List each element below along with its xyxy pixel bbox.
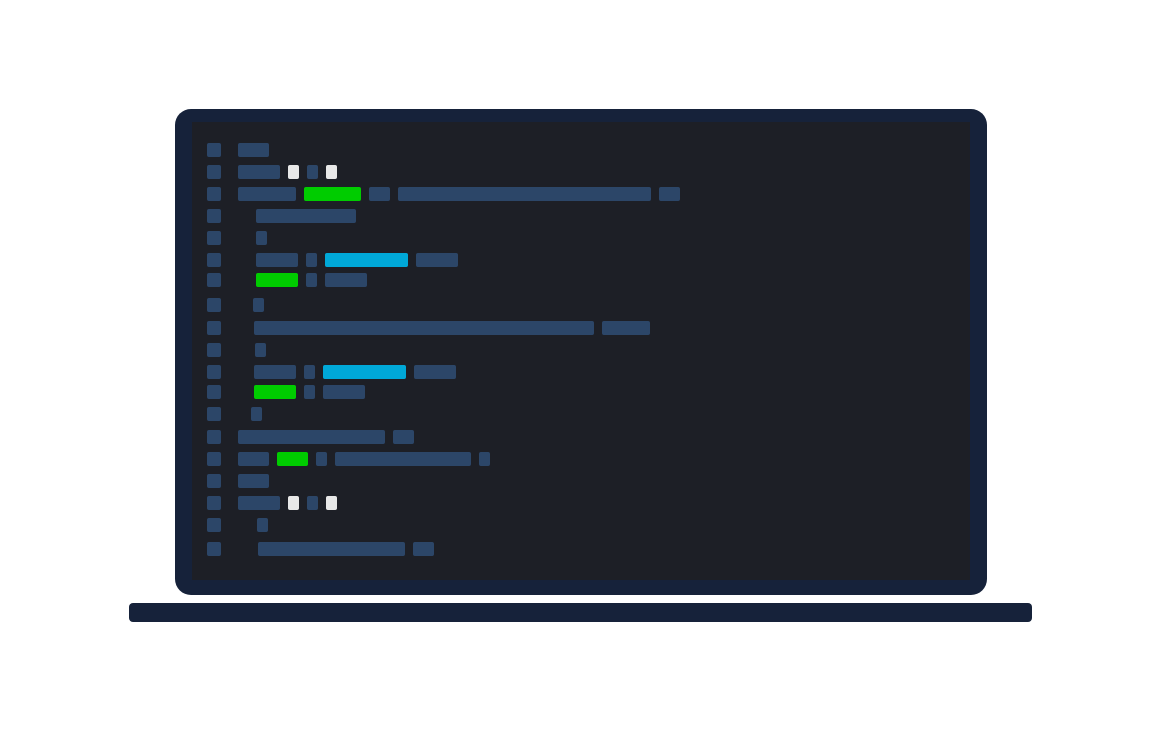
code-token-default: [602, 321, 650, 335]
code-token-keyword: [254, 385, 296, 399]
laptop-illustration: [0, 0, 1160, 732]
code-token-default: [304, 385, 315, 399]
line-number-marker: [207, 165, 221, 179]
line-number-marker: [207, 298, 221, 312]
code-token-string: [323, 365, 406, 379]
code-token-keyword: [256, 273, 298, 287]
line-number-marker: [207, 187, 221, 201]
code-token-punct: [288, 496, 299, 510]
line-number-marker: [207, 209, 221, 223]
code-token-default: [253, 298, 264, 312]
line-number-marker: [207, 474, 221, 488]
laptop-lid: [175, 109, 987, 595]
code-token-default: [238, 452, 269, 466]
code-token-default: [238, 143, 269, 157]
code-token-default: [255, 343, 266, 357]
code-token-default: [257, 518, 268, 532]
code-token-default: [254, 321, 594, 335]
line-number-marker: [207, 253, 221, 267]
code-token-default: [335, 452, 471, 466]
code-editor-screen: [192, 122, 970, 580]
code-token-default: [659, 187, 680, 201]
code-token-keyword: [277, 452, 308, 466]
line-number-marker: [207, 231, 221, 245]
line-number-marker: [207, 452, 221, 466]
line-number-marker: [207, 321, 221, 335]
code-token-default: [256, 209, 356, 223]
code-token-default: [316, 452, 327, 466]
code-token-default: [258, 542, 405, 556]
code-token-default: [238, 430, 385, 444]
code-token-default: [256, 231, 267, 245]
laptop-base: [129, 603, 1032, 622]
code-token-default: [251, 407, 262, 421]
line-number-marker: [207, 343, 221, 357]
code-token-default: [238, 496, 280, 510]
code-token-default: [413, 542, 434, 556]
code-token-default: [414, 365, 456, 379]
code-token-default: [238, 187, 296, 201]
code-token-default: [256, 253, 298, 267]
code-token-default: [306, 273, 317, 287]
code-token-default: [323, 385, 365, 399]
code-token-keyword: [304, 187, 361, 201]
line-number-marker: [207, 430, 221, 444]
code-token-default: [304, 365, 315, 379]
line-number-marker: [207, 143, 221, 157]
code-token-default: [393, 430, 414, 444]
code-token-default: [254, 365, 296, 379]
code-token-default: [398, 187, 651, 201]
code-token-default: [325, 273, 367, 287]
line-number-marker: [207, 365, 221, 379]
line-number-marker: [207, 407, 221, 421]
code-token-default: [416, 253, 458, 267]
code-token-default: [238, 474, 269, 488]
line-number-marker: [207, 542, 221, 556]
code-token-default: [238, 165, 280, 179]
code-token-default: [307, 165, 318, 179]
code-token-punct: [326, 496, 337, 510]
code-token-default: [306, 253, 317, 267]
code-token-punct: [326, 165, 337, 179]
line-number-marker: [207, 385, 221, 399]
line-number-marker: [207, 518, 221, 532]
line-number-marker: [207, 273, 221, 287]
code-token-punct: [288, 165, 299, 179]
code-token-string: [325, 253, 408, 267]
code-token-default: [369, 187, 390, 201]
code-token-default: [307, 496, 318, 510]
code-token-default: [479, 452, 490, 466]
line-number-marker: [207, 496, 221, 510]
